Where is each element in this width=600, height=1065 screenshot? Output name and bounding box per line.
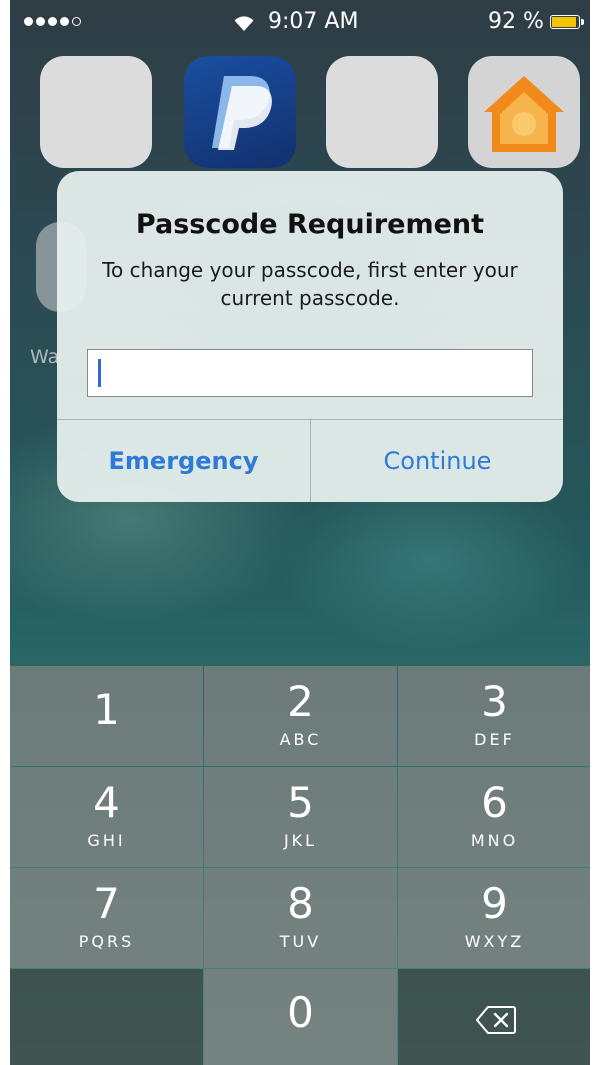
blank-app-icon[interactable]: [326, 56, 438, 168]
key-letters: GHI: [87, 831, 126, 850]
emergency-button[interactable]: Emergency: [57, 420, 310, 502]
key-5[interactable]: 5 JKL: [204, 767, 397, 867]
battery-percentage: 92 %: [488, 9, 544, 34]
key-3[interactable]: 3 DEF: [398, 666, 590, 766]
key-digit: 2: [287, 677, 314, 726]
key-0[interactable]: 0: [204, 969, 397, 1065]
home-icon[interactable]: [468, 56, 580, 168]
battery-level-fill: [552, 17, 576, 27]
key-7[interactable]: 7 PQRS: [10, 868, 203, 968]
key-letters: TUV: [279, 932, 322, 951]
key-letters: PQRS: [78, 932, 135, 951]
key-1[interactable]: 1: [10, 666, 203, 766]
backspace-key[interactable]: [398, 969, 590, 1065]
battery-icon: [550, 15, 580, 29]
key-letters: MNO: [470, 831, 519, 850]
key-letters: DEF: [474, 730, 515, 749]
key-letters: ABC: [279, 730, 322, 749]
key-digit: 0: [287, 988, 314, 1037]
paypal-icon[interactable]: [184, 56, 296, 168]
paypal-logo: [212, 76, 272, 150]
key-letters: JKL: [283, 831, 318, 850]
wifi-icon: [234, 16, 254, 31]
text-cursor: [98, 359, 101, 387]
alert-title: Passcode Requirement: [135, 209, 485, 240]
key-digit: 1: [93, 685, 120, 734]
continue-button[interactable]: Continue: [311, 420, 563, 502]
numeric-keypad: 1 2 ABC 3 DEF 4 GHI 5 JKL 6 MNO 7 PQRS 8…: [10, 666, 590, 1065]
backspace-icon: [476, 1006, 516, 1034]
battery-tip: [581, 19, 584, 25]
phone-screen: 9:07 AM 92 % Wa Passcode Requirement To …: [10, 0, 590, 1065]
key-digit: 3: [481, 677, 508, 726]
signal-strength-icon: [24, 17, 81, 26]
key-4[interactable]: 4 GHI: [10, 767, 203, 867]
partially-hidden-app-label: Wa: [30, 346, 60, 368]
alert-message: To change your passcode, first enter you…: [102, 258, 518, 310]
key-digit: 8: [287, 879, 314, 928]
status-time: 9:07 AM: [268, 9, 359, 34]
key-digit: 9: [481, 879, 508, 928]
key-6[interactable]: 6 MNO: [398, 767, 590, 867]
key-digit: 6: [481, 778, 508, 827]
key-digit: 4: [93, 778, 120, 827]
passcode-input[interactable]: [87, 349, 533, 397]
home-glyph-icon: [484, 76, 564, 152]
key-empty: [10, 969, 203, 1065]
key-9[interactable]: 9 WXYZ: [398, 868, 590, 968]
key-digit: 5: [287, 778, 314, 827]
status-bar: 9:07 AM 92 %: [10, 0, 590, 48]
key-2[interactable]: 2 ABC: [204, 666, 397, 766]
passcode-alert-dialog: Passcode Requirement To change your pass…: [57, 171, 563, 502]
key-8[interactable]: 8 TUV: [204, 868, 397, 968]
key-digit: 7: [93, 879, 120, 928]
key-letters: WXYZ: [464, 932, 525, 951]
blank-app-icon[interactable]: [40, 56, 152, 168]
